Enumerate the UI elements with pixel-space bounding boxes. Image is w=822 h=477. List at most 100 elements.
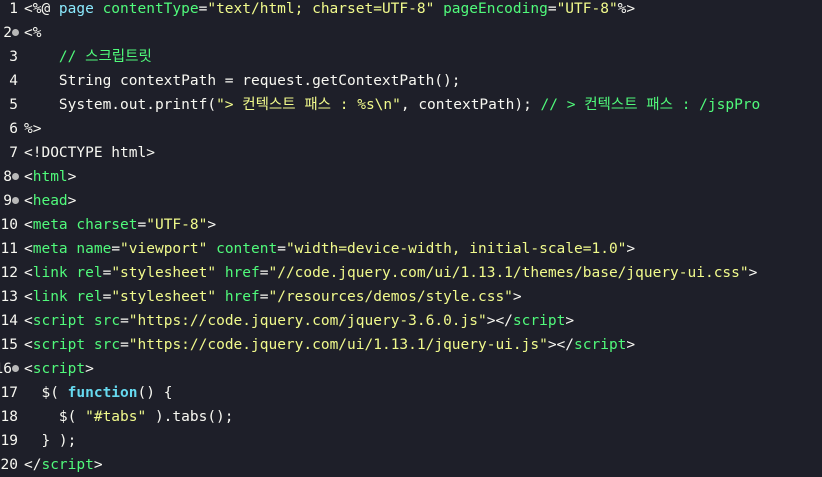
code-line[interactable]: 7 <!DOCTYPE html> (0, 141, 822, 165)
code-token: </ (24, 457, 42, 473)
code-token: ></ (547, 337, 575, 353)
code-token: src (93, 337, 121, 353)
code-token: "https://code.jquery.com/ui/1.13.1/jquer… (128, 337, 548, 353)
code-token: contentType (102, 1, 199, 17)
code-line[interactable]: 6 %> (0, 117, 822, 141)
line-number: 19 (0, 433, 18, 449)
code-token: "UTF-8" (146, 217, 208, 233)
code-token: > (67, 193, 77, 209)
code-token: href (224, 289, 260, 305)
code-editor[interactable]: 1 <%@ page contentType = "text/html; charse… (0, 0, 822, 476)
code-token: // > 컨텍스트 패스 : /jspPro (540, 97, 761, 113)
code-text: <% (24, 21, 41, 45)
code-token: head (32, 193, 68, 209)
code-line[interactable]: 19 } ); (0, 429, 822, 453)
code-token: = (120, 313, 129, 329)
code-token: > (512, 289, 522, 305)
code-token: <!DOCTYPE html> (24, 145, 155, 161)
line-gutter: 19 (0, 429, 24, 453)
code-line[interactable]: 15 <script src="https://code.jquery.com/u… (0, 333, 822, 357)
code-token: > (626, 337, 636, 353)
code-text: <link rel="stylesheet" href="//code.jque… (24, 261, 757, 285)
fold-marker-icon[interactable] (12, 365, 19, 372)
line-gutter: 11 (0, 237, 24, 261)
code-token: "#tabs" (85, 409, 147, 425)
line-gutter: 8 (0, 165, 24, 189)
code-token: < (24, 265, 33, 281)
code-token: %> (617, 1, 636, 17)
fold-marker-icon[interactable] (12, 173, 19, 180)
fold-marker-icon[interactable] (12, 197, 19, 204)
line-number: 18 (0, 409, 18, 425)
code-line[interactable]: 4 String contextPath = request.getContex… (0, 69, 822, 93)
code-text: %> (24, 117, 41, 141)
code-token: > (565, 313, 575, 329)
code-text: $( function() { (24, 381, 172, 405)
code-token: } ); (24, 433, 77, 449)
code-line[interactable]: 5 System.out.printf("> 컨텍스트 패스 : %s\n", … (0, 93, 822, 117)
code-token: System.out.printf( (24, 97, 217, 113)
code-text: <link rel="stylesheet" href="/resources/… (24, 285, 522, 309)
code-text: String contextPath = request.getContextP… (24, 69, 461, 93)
code-text: <head> (24, 189, 76, 213)
code-line[interactable]: 3 // 스크립트릿 (0, 45, 822, 69)
code-token: ).tabs(); (146, 409, 234, 425)
line-number: 17 (0, 385, 18, 401)
code-line[interactable]: 10 <meta charset="UTF-8"> (0, 213, 822, 237)
code-token: script (574, 337, 627, 353)
code-token: = (111, 241, 121, 257)
code-token: meta (32, 217, 68, 233)
code-token: String contextPath = request.getContextP… (24, 73, 461, 89)
line-gutter: 1 (0, 0, 24, 21)
code-token: < (24, 289, 33, 305)
code-token: > (207, 217, 217, 233)
line-number: 13 (0, 289, 18, 305)
code-token: > (93, 457, 103, 473)
line-gutter: 17 (0, 381, 24, 405)
line-number: 9 (3, 193, 12, 209)
code-token: > (748, 265, 758, 281)
code-text: <html> (24, 165, 76, 189)
code-token: <% (24, 25, 42, 41)
fold-marker-icon[interactable] (12, 29, 19, 36)
code-token: meta (32, 241, 68, 257)
line-gutter: 9 (0, 189, 24, 213)
code-token: "viewport" (120, 241, 208, 257)
code-token: "stylesheet" (111, 265, 217, 281)
line-gutter: 12 (0, 261, 24, 285)
code-line[interactable]: 13 <link rel="stylesheet" href="/resource… (0, 285, 822, 309)
code-line[interactable]: 17 $( function() { (0, 381, 822, 405)
code-token: page (58, 1, 94, 17)
line-number: 20 (0, 457, 18, 473)
line-number: 6 (9, 121, 18, 137)
code-line[interactable]: 20 </script> (0, 453, 822, 477)
code-line[interactable]: 14 <script src="https://code.jquery.com/j… (0, 309, 822, 333)
code-line[interactable]: 16 <script> (0, 357, 822, 381)
line-gutter: 4 (0, 69, 24, 93)
code-line[interactable]: 1 <%@ page contentType = "text/html; charse… (0, 0, 822, 21)
code-text: </script> (24, 453, 103, 477)
code-line[interactable]: 8 <html> (0, 165, 822, 189)
code-line[interactable]: 11 <meta name="viewport" content="width=d… (0, 237, 822, 261)
code-token: = (120, 337, 129, 353)
code-token: script (32, 337, 86, 353)
code-token: rel (76, 289, 103, 305)
code-text: // 스크립트릿 (24, 45, 152, 69)
code-line[interactable]: 2 <% (0, 21, 822, 45)
code-text: <meta charset="UTF-8"> (24, 213, 216, 237)
code-token: script (512, 313, 566, 329)
code-line[interactable]: 12 <link rel="stylesheet" href="//code.jq… (0, 261, 822, 285)
code-token: script (32, 313, 86, 329)
code-text: <!DOCTYPE html> (24, 141, 155, 165)
code-token: // 스크립트릿 (58, 49, 152, 65)
code-line[interactable]: 9 <head> (0, 189, 822, 213)
code-token: < (24, 361, 33, 377)
line-gutter: 3 (0, 45, 24, 69)
code-token: < (24, 169, 33, 185)
code-token: "/resources/demos/style.css" (268, 289, 513, 305)
code-line[interactable]: 18 $( "#tabs" ).tabs(); (0, 405, 822, 429)
code-text: $( "#tabs" ).tabs(); (24, 405, 234, 429)
